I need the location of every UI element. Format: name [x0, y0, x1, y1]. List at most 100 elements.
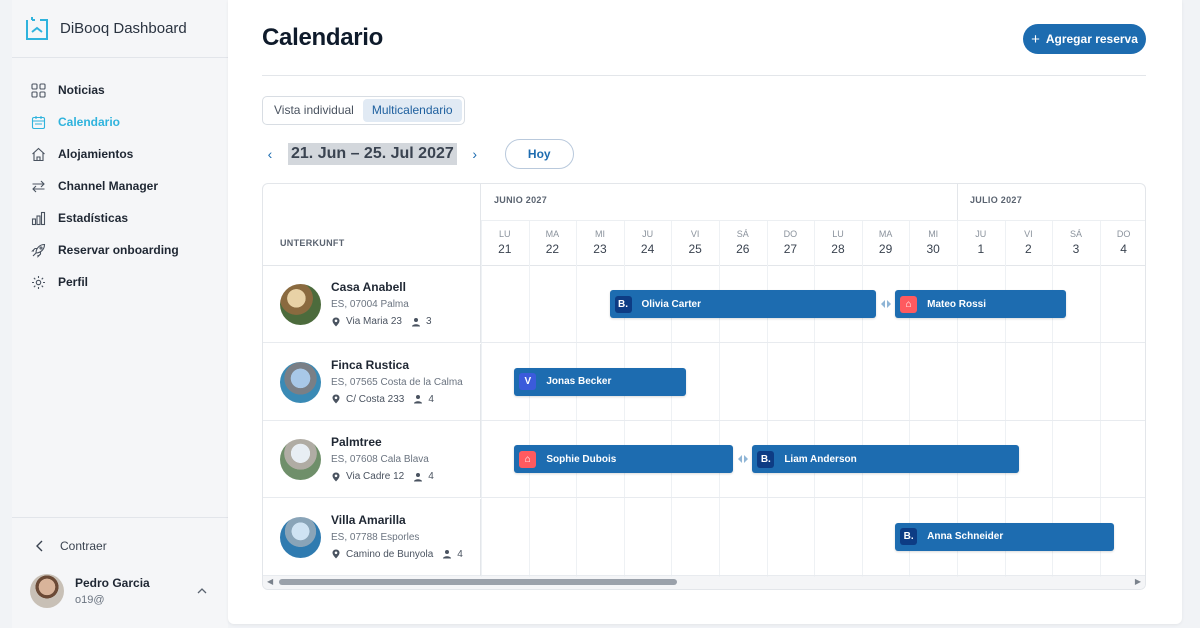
app-logo-row[interactable]: DiBooq Dashboard — [12, 0, 228, 58]
sidebar-item-bar-chart[interactable]: Estadísticas — [12, 202, 228, 234]
date-range-row: ‹ 21. Jun – 25. Jul 2027 › Hoy — [262, 139, 574, 169]
property-name: Villa Amarilla — [331, 512, 406, 527]
location-pin-icon — [332, 394, 340, 404]
sidebar-item-label: Noticias — [58, 83, 105, 97]
booking-bar[interactable]: B. Olivia Carter — [609, 290, 877, 318]
sidebar-item-home[interactable]: Alojamientos — [12, 138, 228, 170]
view-option-multicalendar[interactable]: Multicalendario — [362, 99, 462, 122]
scroll-right-icon[interactable]: ▶ — [1135, 577, 1141, 586]
day-name: MA — [545, 229, 560, 239]
day-number: 23 — [593, 242, 607, 256]
day-name: LU — [499, 229, 511, 239]
day-name: JU — [642, 229, 654, 239]
horizontal-scrollbar[interactable]: ◀ ▶ — [263, 575, 1145, 589]
day-number: 29 — [878, 242, 893, 256]
property-cell[interactable]: Villa Amarilla ES, 07788 Esporles Camino d… — [263, 498, 481, 576]
property-location: ES, 07608 Cala Blava — [331, 454, 429, 465]
property-address: Camino de Bunyola — [346, 548, 434, 560]
booking-bar[interactable]: B. Anna Schneider — [895, 522, 1115, 551]
sidebar-item-swap-arrows[interactable]: Channel Manager — [12, 170, 228, 202]
day-name: MI — [928, 229, 939, 239]
rocket-icon — [31, 243, 46, 258]
property-name: Palmtree — [331, 435, 382, 449]
booking-bar[interactable]: ⌂ Mateo Rossi — [895, 290, 1067, 318]
property-address: Via Maria 23 — [346, 316, 402, 327]
month-label: JULIO 2027 — [970, 195, 1023, 205]
scrollbar-thumb[interactable] — [279, 579, 677, 585]
today-button[interactable]: Hoy — [504, 139, 574, 169]
property-cell[interactable]: Casa Anabell ES, 07004 Palma Via Maria 23 3 — [263, 266, 481, 343]
property-column-header: UNTERKUNFT — [263, 184, 481, 266]
guest-count: 4 — [428, 471, 434, 482]
property-location: ES, 07788 Esporles — [331, 531, 420, 543]
day-number: 28 — [831, 242, 845, 256]
booking-guest-name: Mateo Rossi — [927, 298, 987, 310]
guests-icon — [414, 395, 423, 404]
day-name: SÁ — [1069, 229, 1082, 239]
day-name: DO — [783, 229, 798, 239]
property-address: Via Cadre 12 — [346, 471, 405, 482]
sidebar-item-label: Perfil — [58, 275, 89, 289]
property-photo — [280, 284, 321, 325]
guests: 4 — [413, 394, 434, 405]
property-name: Finca Rustica — [331, 357, 410, 372]
airbnb-icon: ⌂ — [900, 295, 918, 313]
add-booking-label: Agregar reserva — [1045, 32, 1138, 46]
property-cell[interactable]: Finca Rustica ES, 07565 Costa de la Calma… — [263, 343, 481, 421]
guests: 3 — [411, 316, 432, 327]
property-cell[interactable]: Palmtree ES, 07608 Cala Blava Via Cadre 12… — [263, 421, 481, 498]
scroll-left-icon[interactable]: ◀ — [267, 577, 273, 586]
calendar-icon — [31, 115, 46, 129]
view-option-individual[interactable]: Vista individual — [265, 99, 363, 122]
guests-icon — [443, 550, 452, 559]
booking-bar[interactable]: B. Liam Anderson — [752, 445, 1019, 473]
day-number: 22 — [545, 242, 560, 256]
booking-com-icon: B. — [900, 528, 918, 545]
sidebar-item-rocket[interactable]: Reservar onboarding — [12, 234, 228, 266]
multicalendar-grid: UNTERKUNFT ◀ ▶ JUNIO 2027 JULIO 2027 LU 21 M… — [262, 183, 1146, 590]
day-number: 21 — [498, 242, 512, 256]
sidebar: DiBooq Dashboard Noticias Calendario Aloja… — [12, 0, 228, 628]
booking-guest-name: Olivia Carter — [641, 298, 701, 310]
day-number: 24 — [640, 242, 655, 256]
booking-bar[interactable]: V Jonas Becker — [514, 367, 686, 396]
property-column-label: UNTERKUNFT — [280, 238, 345, 248]
booking-link-icon — [737, 455, 748, 463]
day-number: 3 — [1072, 242, 1080, 256]
day-number: 30 — [926, 242, 940, 256]
sidebar-item-calendar[interactable]: Calendario — [12, 106, 228, 138]
date-range-label: 21. Jun – 25. Jul 2027 — [288, 143, 457, 165]
logo-icon — [26, 16, 48, 40]
property-meta: Camino de Bunyola 4 — [331, 549, 463, 560]
property-meta: C/ Costa 233 4 — [331, 394, 434, 405]
location-pin-icon — [332, 317, 340, 326]
day-number: 2 — [1025, 242, 1032, 256]
gear-icon — [32, 275, 45, 289]
collapse-button[interactable]: Contraer — [12, 518, 228, 574]
booking-bar[interactable]: ⌂ Sophie Dubois — [514, 445, 734, 473]
user-name: Pedro Garcia — [75, 576, 150, 590]
add-booking-button[interactable]: + Agregar reserva — [1023, 24, 1146, 54]
day-number: 25 — [688, 242, 702, 256]
day-header: MI 23 — [576, 221, 624, 266]
user-menu[interactable]: Pedro Garcia o19@ — [12, 574, 228, 608]
day-header: SÁ 3 — [1052, 221, 1100, 266]
day-header: VI 25 — [671, 221, 719, 266]
chevron-left-icon — [36, 540, 43, 552]
property-photo — [280, 361, 321, 403]
day-name: DO — [1116, 229, 1131, 239]
day-header: JU 24 — [623, 221, 672, 266]
day-header: LU 28 — [814, 221, 862, 266]
guests-icon — [411, 317, 420, 326]
day-number: 1 — [977, 242, 985, 256]
booking-guest-name: Anna Schneider — [927, 531, 1004, 542]
guest-count: 4 — [457, 548, 463, 560]
sidebar-item-grid[interactable]: Noticias — [12, 74, 228, 106]
prev-range-icon[interactable]: ‹ — [262, 146, 278, 162]
chevron-up-icon[interactable] — [196, 585, 208, 597]
sidebar-item-gear[interactable]: Perfil — [12, 266, 228, 298]
property-location: ES, 07004 Palma — [331, 299, 409, 310]
sidebar-item-label: Channel Manager — [58, 179, 159, 193]
property-address: C/ Costa 233 — [346, 393, 405, 405]
next-range-icon[interactable]: › — [467, 146, 483, 162]
